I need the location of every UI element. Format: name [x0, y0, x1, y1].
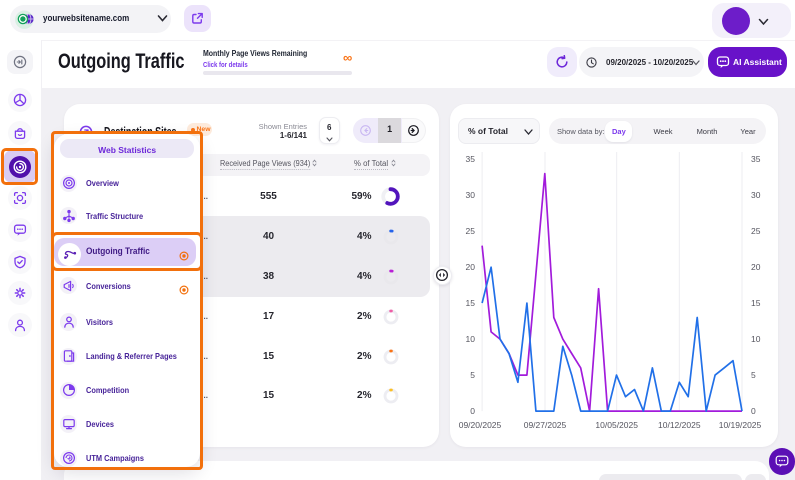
svg-text:35: 35 [465, 154, 475, 164]
svg-text:10: 10 [465, 334, 475, 344]
svg-text:30: 30 [465, 190, 475, 200]
svg-text:30: 30 [751, 190, 761, 200]
svg-text:25: 25 [465, 226, 475, 236]
svg-text:0: 0 [470, 406, 475, 416]
svg-text:35: 35 [751, 154, 761, 164]
svg-text:09/20/2025: 09/20/2025 [458, 420, 501, 430]
svg-text:10: 10 [751, 334, 761, 344]
svg-text:15: 15 [751, 298, 761, 308]
svg-text:25: 25 [751, 226, 761, 236]
svg-text:10/19/2025: 10/19/2025 [718, 420, 761, 430]
svg-text:20: 20 [751, 262, 761, 272]
svg-text:09/27/2025: 09/27/2025 [523, 420, 566, 430]
svg-text:10/12/2025: 10/12/2025 [658, 420, 701, 430]
svg-text:0: 0 [751, 406, 756, 416]
svg-text:20: 20 [465, 262, 475, 272]
svg-text:15: 15 [465, 298, 475, 308]
svg-text:5: 5 [751, 370, 756, 380]
svg-text:5: 5 [470, 370, 475, 380]
svg-text:10/05/2025: 10/05/2025 [595, 420, 638, 430]
